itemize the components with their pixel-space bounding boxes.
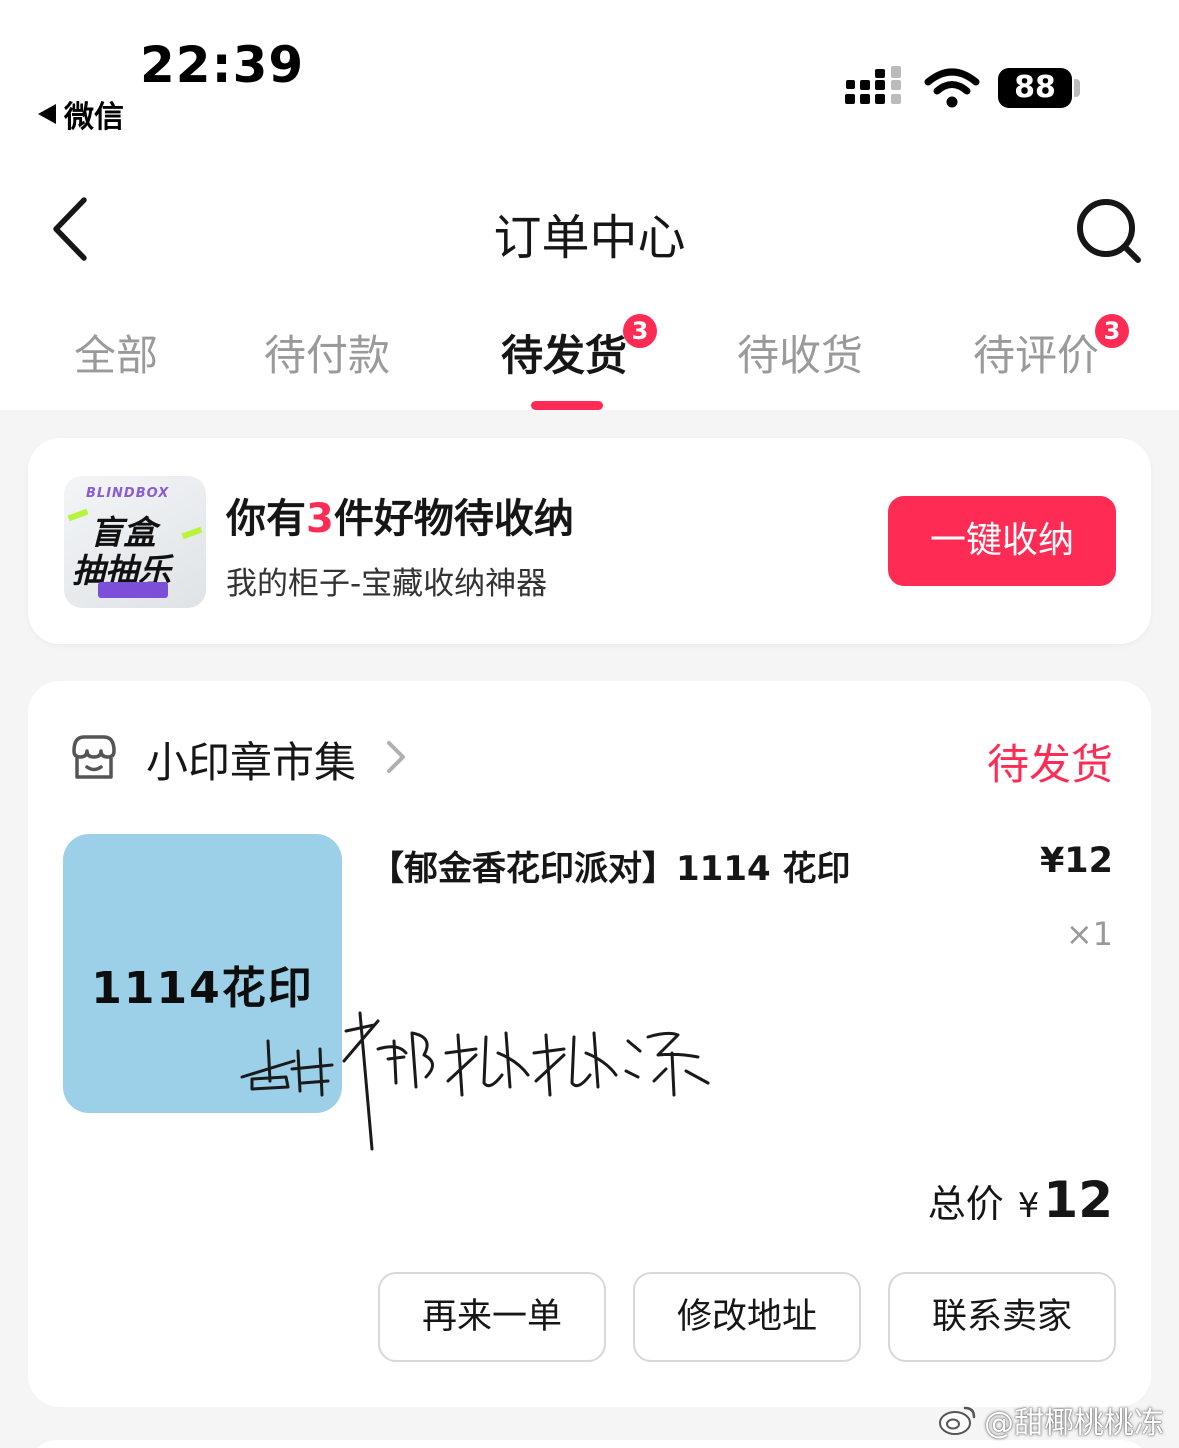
reorder-button[interactable]: 再来一单 bbox=[378, 1272, 606, 1362]
order-status: 待发货 bbox=[986, 740, 1113, 789]
battery-icon: 88 bbox=[998, 68, 1072, 108]
promo-count: 3 bbox=[306, 496, 334, 542]
storage-promo-card[interactable]: BLINDBOX 盲盒 抽抽乐 你有3件好物待收纳 我的柜子-宝藏收纳神器 一键… bbox=[28, 438, 1151, 644]
order-card: 小印章市集 待发货 1114花印 【郁金香花印派对】1114 花印 ¥12 ×1… bbox=[28, 681, 1151, 1407]
promo-title-pre: 你有 bbox=[226, 496, 306, 542]
total-currency: ¥ bbox=[1017, 1186, 1040, 1226]
weibo-icon bbox=[939, 1406, 976, 1435]
wifi-icon bbox=[924, 68, 980, 108]
active-tab-indicator bbox=[531, 401, 603, 410]
shop-name[interactable]: 小印章市集 bbox=[146, 729, 356, 790]
back-to-app[interactable]: 微信 bbox=[38, 92, 124, 136]
tab-pending-shipment[interactable]: 待发货 3 bbox=[501, 314, 658, 383]
search-icon[interactable] bbox=[1074, 196, 1144, 266]
tab-label: 待收货 bbox=[737, 331, 864, 380]
status-time: 22:39 bbox=[140, 36, 305, 94]
blindbox-logo: BLINDBOX 盲盒 抽抽乐 bbox=[64, 476, 206, 608]
change-address-button[interactable]: 修改地址 bbox=[633, 1272, 861, 1362]
weibo-watermark: @甜椰桃桃冻 bbox=[938, 1398, 1164, 1442]
tab-label: 待付款 bbox=[264, 331, 391, 380]
tab-all[interactable]: 全部 bbox=[74, 322, 158, 383]
tab-badge: 3 bbox=[623, 314, 658, 348]
tab-pending-review[interactable]: 待评价 3 bbox=[973, 314, 1130, 383]
total-amount: 12 bbox=[1043, 1171, 1113, 1229]
tab-pending-receipt[interactable]: 待收货 bbox=[737, 322, 863, 383]
tab-label: 待评价 bbox=[973, 331, 1100, 380]
cellular-signal-icon bbox=[845, 66, 901, 104]
tab-badge: 3 bbox=[1095, 314, 1130, 348]
total-label: 总价 bbox=[927, 1182, 1004, 1226]
one-click-store-button[interactable]: 一键收纳 bbox=[888, 496, 1116, 586]
page-title: 订单中心 bbox=[493, 210, 686, 266]
tab-label: 全部 bbox=[74, 331, 159, 380]
tab-pending-payment[interactable]: 待付款 bbox=[264, 322, 390, 383]
contact-seller-button[interactable]: 联系卖家 bbox=[888, 1272, 1116, 1362]
handwritten-signature-watermark bbox=[240, 1011, 710, 1151]
chevron-right-icon[interactable] bbox=[384, 739, 408, 775]
order-total: 总价 ¥ 12 bbox=[928, 1171, 1113, 1229]
watermark-text: @甜椰桃桃冻 bbox=[984, 1406, 1164, 1441]
product-title[interactable]: 【郁金香花印派对】1114 花印 bbox=[370, 841, 850, 890]
promo-title-post: 件好物待收纳 bbox=[333, 496, 574, 542]
pixel-glasses-icon bbox=[98, 582, 168, 598]
header-area: 22:39 微信 88 订单中心 全部 待付款 待发货 3 待收货 待评价 3 bbox=[0, 0, 1179, 410]
logo-decoration bbox=[67, 508, 89, 522]
back-triangle-icon bbox=[38, 104, 56, 124]
product-quantity: ×1 bbox=[1065, 915, 1113, 953]
order-tabs: 全部 待付款 待发货 3 待收货 待评价 3 bbox=[0, 314, 1179, 392]
product-price: ¥12 bbox=[1039, 841, 1113, 881]
back-app-label: 微信 bbox=[64, 100, 124, 135]
logo-brand-text: BLINDBOX bbox=[86, 486, 170, 501]
battery-cap bbox=[1074, 79, 1080, 97]
promo-subtitle: 我的柜子-宝藏收纳神器 bbox=[226, 566, 548, 602]
tab-label: 待发货 bbox=[501, 331, 628, 380]
promo-title: 你有3件好物待收纳 bbox=[226, 486, 574, 544]
shop-icon bbox=[72, 735, 116, 779]
logo-decoration bbox=[181, 526, 203, 540]
